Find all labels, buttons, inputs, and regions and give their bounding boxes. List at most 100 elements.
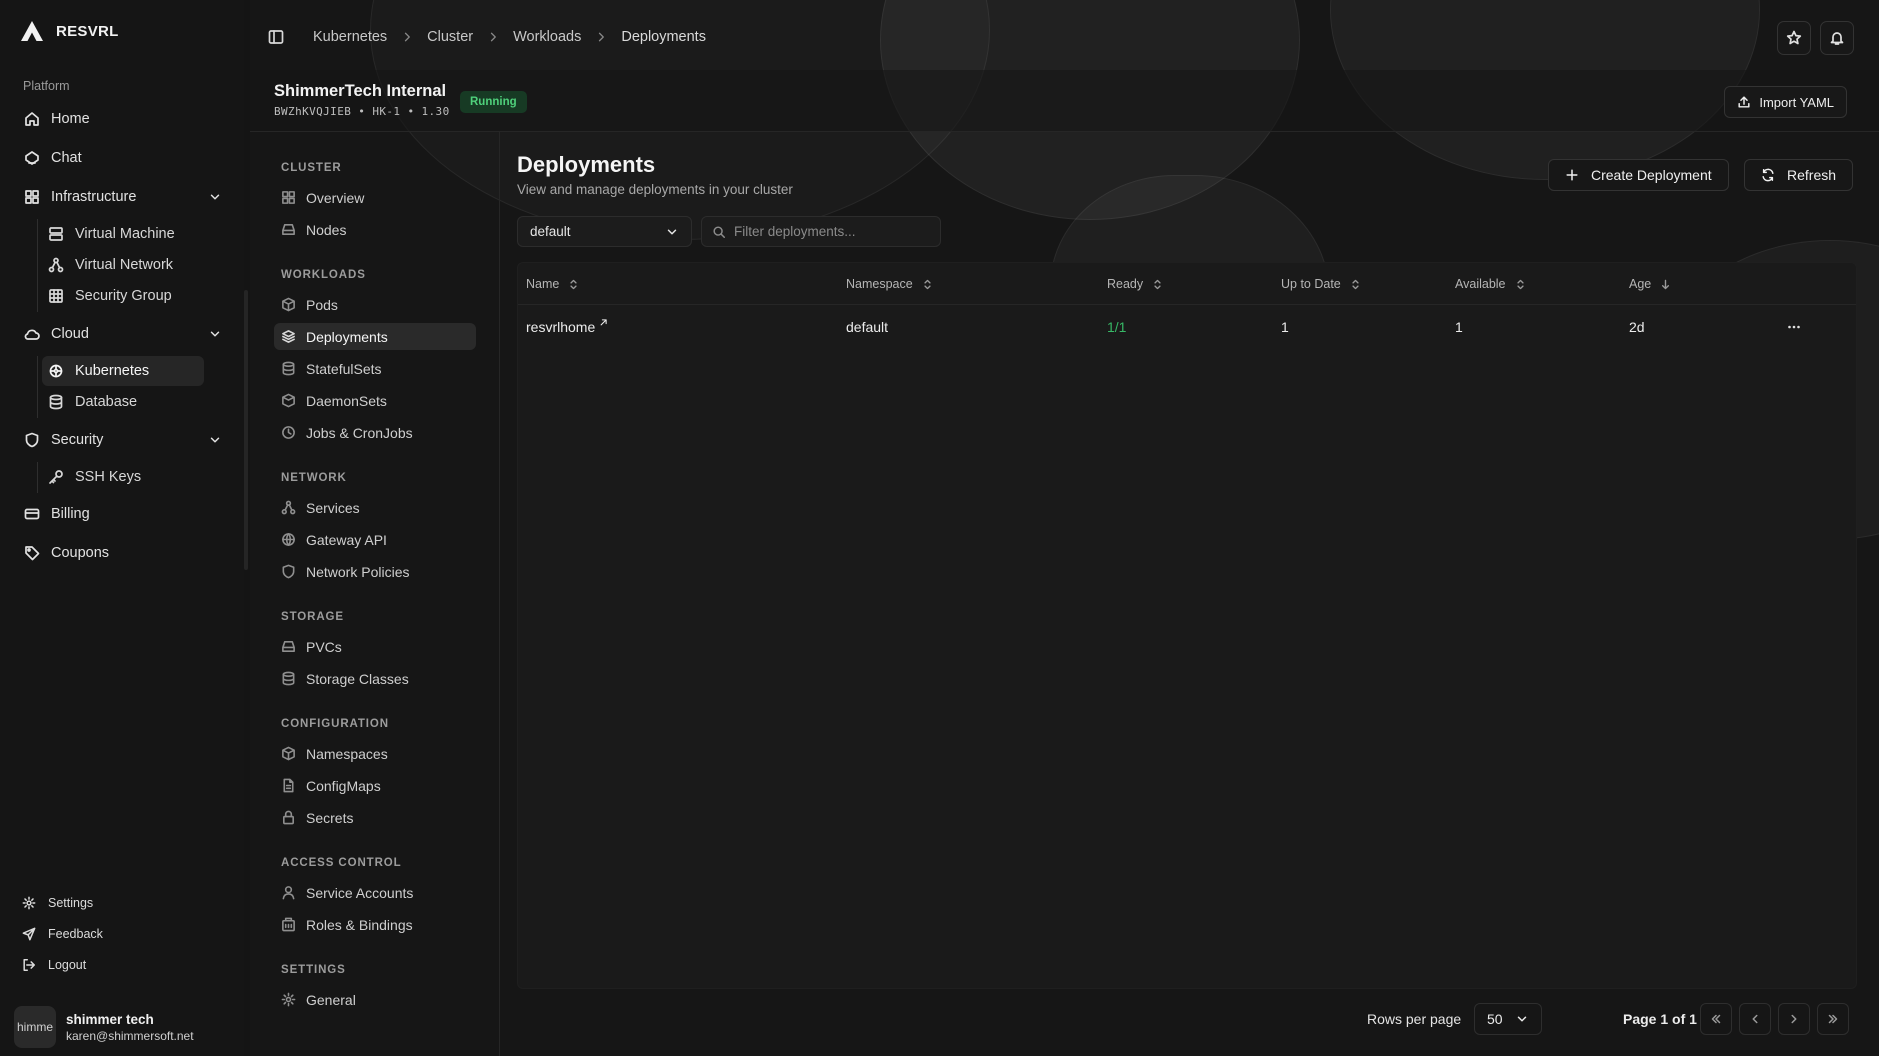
cluster-nav-service-accounts[interactable]: Service Accounts	[274, 879, 476, 906]
table-row[interactable]: resvrlhome default 1/1 1 1 2d	[518, 305, 1856, 349]
cluster-nav-overview[interactable]: Overview	[274, 184, 476, 211]
sidebar-item-label: Database	[75, 394, 138, 410]
refresh-button[interactable]: Refresh	[1744, 159, 1854, 191]
avatar: himme	[14, 1006, 56, 1048]
breadcrumb-cluster[interactable]: Cluster	[427, 29, 473, 45]
sidebar-item-infrastructure[interactable]: Infrastructure	[22, 182, 222, 212]
cluster-nav-label: Pods	[306, 296, 338, 313]
row-actions-button[interactable]	[1784, 317, 1804, 337]
cluster-nav-services[interactable]: Services	[274, 494, 476, 521]
credit-card-icon	[24, 508, 40, 520]
panel-left-icon	[268, 30, 284, 44]
feedback-link[interactable]: Feedback	[22, 921, 103, 947]
cluster-nav-label: Network Policies	[306, 563, 410, 580]
chevron-down-icon	[210, 331, 220, 337]
cell-name[interactable]: resvrlhome	[526, 305, 608, 349]
logo-icon	[21, 21, 43, 41]
building-icon	[282, 917, 295, 932]
column-label: Up to Date	[1281, 277, 1341, 291]
previous-page-button[interactable]	[1739, 1003, 1771, 1035]
deployment-name[interactable]: resvrlhome	[526, 319, 595, 335]
cluster-nav-jobs[interactable]: Jobs & CronJobs	[274, 419, 476, 446]
sidebar-item-coupons[interactable]: Coupons	[22, 538, 222, 568]
sidebar-item-label: Virtual Machine	[75, 226, 175, 242]
hard-drive-icon	[282, 641, 295, 652]
feedback-label: Feedback	[48, 927, 103, 941]
column-namespace[interactable]: Namespace	[846, 263, 934, 305]
sidebar-item-home[interactable]: Home	[22, 104, 222, 134]
rows-per-page-value: 50	[1487, 1011, 1503, 1027]
search-input[interactable]	[734, 224, 924, 239]
logout-label: Logout	[48, 958, 87, 972]
column-age[interactable]: Age	[1629, 263, 1672, 305]
cluster-nav-storage-classes[interactable]: Storage Classes	[274, 665, 476, 692]
network-icon	[281, 500, 296, 515]
send-icon	[22, 927, 36, 941]
sidebar-item-security[interactable]: Security	[22, 425, 222, 455]
page-title: Deployments	[517, 152, 656, 177]
chevrons-left-icon	[1711, 1014, 1721, 1024]
cluster-nav-general[interactable]: General	[274, 986, 476, 1013]
namespace-select[interactable]: default	[517, 216, 692, 247]
notifications-button[interactable]	[1820, 21, 1854, 55]
sidebar-item-database[interactable]: Database	[42, 387, 204, 417]
sort-icon	[924, 279, 931, 289]
cluster-nav-pods[interactable]: Pods	[274, 291, 476, 318]
create-deployment-button[interactable]: Create Deployment	[1548, 159, 1729, 191]
column-name[interactable]: Name	[526, 263, 580, 305]
cluster-meta: BWZhKVQJIEB • HK-1 • 1.30	[274, 105, 450, 118]
cluster-nav-pvcs[interactable]: PVCs	[274, 633, 476, 660]
sidebar-scrollbar[interactable]	[244, 290, 248, 570]
deployments-table: Name Namespace Ready Up to Date Availabl…	[517, 262, 1857, 989]
cluster-nav-gateway-api[interactable]: Gateway API	[274, 526, 476, 553]
cluster-nav-label: Namespaces	[306, 745, 388, 762]
cluster-nav-deployments[interactable]: Deployments	[274, 323, 476, 350]
cluster-nav-namespaces[interactable]: Namespaces	[274, 740, 476, 767]
favorite-button[interactable]	[1777, 21, 1811, 55]
logout-link[interactable]: Logout	[22, 952, 86, 978]
sidebar-item-billing[interactable]: Billing	[22, 499, 222, 529]
chevron-down-icon	[667, 229, 677, 234]
cluster-nav-configmaps[interactable]: ConfigMaps	[274, 772, 476, 799]
sidebar-item-virtual-network[interactable]: Virtual Network	[42, 250, 204, 280]
settings-link[interactable]: Settings	[22, 890, 93, 916]
column-ready[interactable]: Ready	[1107, 263, 1164, 305]
section-network: NETWORK	[281, 472, 347, 484]
cluster-nav-daemonsets[interactable]: DaemonSets	[274, 387, 476, 414]
last-page-button[interactable]	[1817, 1003, 1849, 1035]
user-menu[interactable]: himme shimmer tech karen@shimmersoft.net	[14, 1006, 194, 1048]
search-icon	[713, 225, 725, 238]
cluster-nav-label: Secrets	[306, 809, 354, 826]
sidebar-item-kubernetes[interactable]: Kubernetes	[42, 356, 204, 386]
cluster-nav-nodes[interactable]: Nodes	[274, 216, 476, 243]
chevrons-right-icon	[1828, 1014, 1838, 1024]
first-page-button[interactable]	[1700, 1003, 1732, 1035]
sidebar-item-security-group[interactable]: Security Group	[42, 281, 204, 311]
chevron-right-icon	[1791, 1014, 1797, 1024]
cluster-nav-statefulsets[interactable]: StatefulSets	[274, 355, 476, 382]
cluster-nav-secrets[interactable]: Secrets	[274, 804, 476, 831]
sidebar-item-cloud[interactable]: Cloud	[22, 319, 222, 349]
cell-ready: 1/1	[1107, 319, 1127, 335]
next-page-button[interactable]	[1778, 1003, 1810, 1035]
breadcrumb-workloads[interactable]: Workloads	[513, 29, 581, 45]
chevron-down-icon	[1517, 1016, 1527, 1022]
import-yaml-button[interactable]: Import YAML	[1724, 86, 1847, 118]
cluster-nav-network-policies[interactable]: Network Policies	[274, 558, 476, 585]
breadcrumb-kubernetes[interactable]: Kubernetes	[313, 29, 387, 45]
cell-age: 2d	[1629, 319, 1645, 335]
column-available[interactable]: Available	[1455, 263, 1527, 305]
cluster-nav-label: PVCs	[306, 638, 342, 655]
cluster-nav-roles-bindings[interactable]: Roles & Bindings	[274, 911, 476, 938]
sidebar-item-label: SSH Keys	[75, 469, 142, 485]
sort-icon	[1516, 279, 1524, 289]
sidebar-item-virtual-machine[interactable]: Virtual Machine	[42, 219, 204, 249]
brand[interactable]: RESVRL	[20, 20, 119, 42]
rows-per-page-select[interactable]: 50	[1474, 1003, 1542, 1035]
chevron-right-icon	[490, 32, 496, 42]
sidebar-toggle-button[interactable]	[268, 29, 284, 45]
sidebar-item-chat[interactable]: Chat	[22, 143, 222, 173]
column-up-to-date[interactable]: Up to Date	[1281, 263, 1362, 305]
sidebar-item-ssh-keys[interactable]: SSH Keys	[42, 462, 204, 492]
cluster-nav-label: Overview	[306, 189, 365, 206]
